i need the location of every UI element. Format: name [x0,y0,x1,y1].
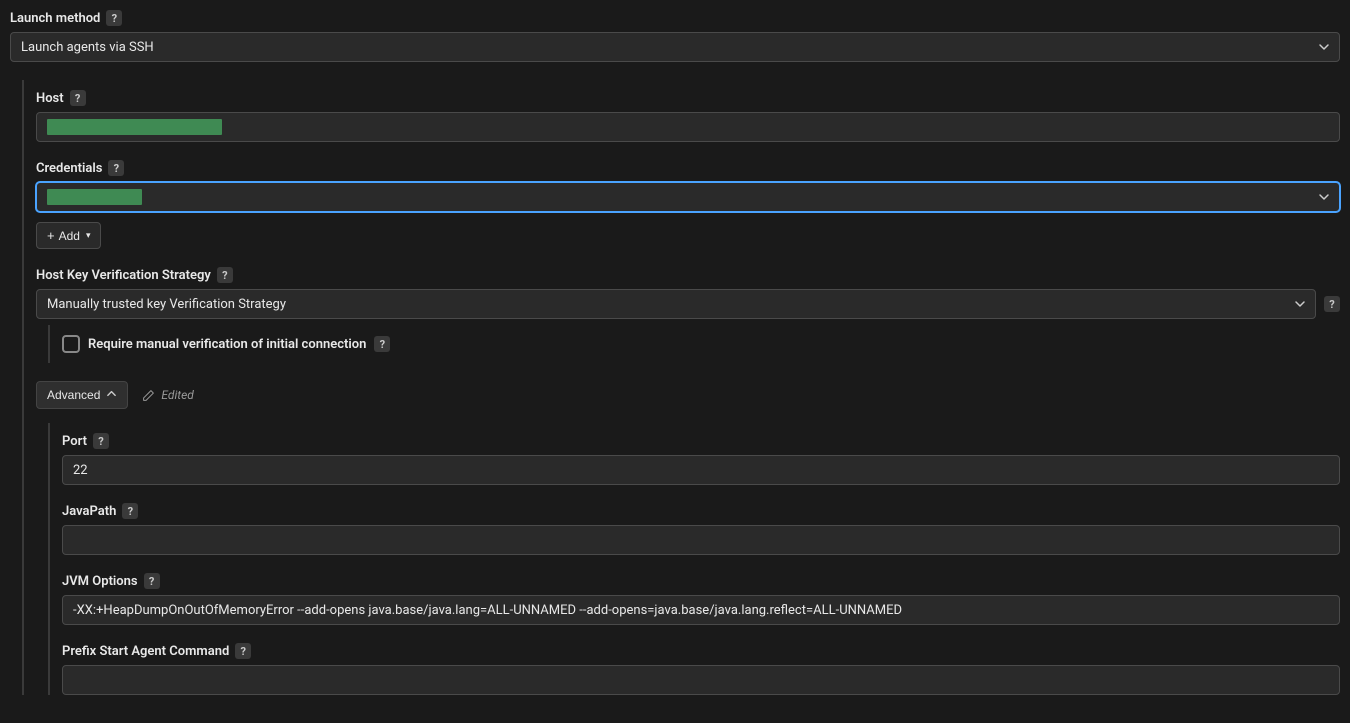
require-manual-checkbox[interactable] [62,335,80,353]
host-input[interactable] [36,112,1340,142]
launch-method-field: Launch method ? Launch agents via SSH [10,10,1340,62]
edited-indicator: Edited [142,388,193,402]
redacted-value [47,189,142,205]
edited-label: Edited [161,388,193,402]
help-icon[interactable]: ? [122,503,138,519]
host-label: Host [36,91,64,106]
prefix-start-input[interactable] [62,665,1340,695]
port-field: Port ? 22 [62,433,1340,485]
host-key-field: Host Key Verification Strategy ? Manuall… [36,267,1340,363]
credentials-label: Credentials [36,161,102,176]
launch-method-label: Launch method [10,11,100,26]
caret-down-icon: ▾ [86,230,91,241]
help-icon[interactable]: ? [144,573,160,589]
help-icon[interactable]: ? [1324,296,1340,312]
host-key-value: Manually trusted key Verification Strate… [47,297,286,312]
jvm-options-label: JVM Options [62,574,138,589]
jvm-options-input[interactable]: -XX:+HeapDumpOnOutOfMemoryError --add-op… [62,595,1340,625]
port-input[interactable]: 22 [62,455,1340,485]
jvm-options-field: JVM Options ? -XX:+HeapDumpOnOutOfMemory… [62,573,1340,625]
javapath-input[interactable] [62,525,1340,555]
launch-method-value: Launch agents via SSH [21,40,154,55]
launch-method-details: Host ? Credentials ? + Add ▾ [22,80,1340,695]
advanced-row: Advanced Edited [36,381,1340,409]
host-key-select[interactable]: Manually trusted key Verification Strate… [36,289,1316,319]
help-icon[interactable]: ? [70,90,86,106]
help-icon[interactable]: ? [93,433,109,449]
prefix-start-field: Prefix Start Agent Command ? [62,643,1340,695]
javapath-field: JavaPath ? [62,503,1340,555]
prefix-start-label: Prefix Start Agent Command [62,644,229,659]
help-icon[interactable]: ? [235,643,251,659]
advanced-section: Port ? 22 JavaPath ? JVM Options ? [48,423,1340,695]
javapath-label: JavaPath [62,504,116,519]
advanced-label: Advanced [47,388,100,402]
help-icon[interactable]: ? [108,160,124,176]
help-icon[interactable]: ? [106,10,122,26]
advanced-toggle-button[interactable]: Advanced [36,381,128,409]
help-icon[interactable]: ? [374,336,390,352]
pencil-icon [142,389,155,402]
add-credentials-button[interactable]: + Add ▾ [36,222,101,249]
credentials-select[interactable] [36,182,1340,212]
redacted-value [47,119,222,135]
credentials-field: Credentials ? + Add ▾ [36,160,1340,249]
jvm-options-value: -XX:+HeapDumpOnOutOfMemoryError --add-op… [73,603,902,618]
add-button-label: Add [59,229,80,243]
host-key-label: Host Key Verification Strategy [36,268,211,283]
require-manual-label: Require manual verification of initial c… [88,337,366,352]
port-label: Port [62,434,87,449]
plus-icon: + [47,228,55,243]
port-value: 22 [73,463,88,478]
chevron-up-icon [106,388,117,402]
host-field: Host ? [36,90,1340,142]
help-icon[interactable]: ? [217,267,233,283]
launch-method-select[interactable]: Launch agents via SSH [10,32,1340,62]
